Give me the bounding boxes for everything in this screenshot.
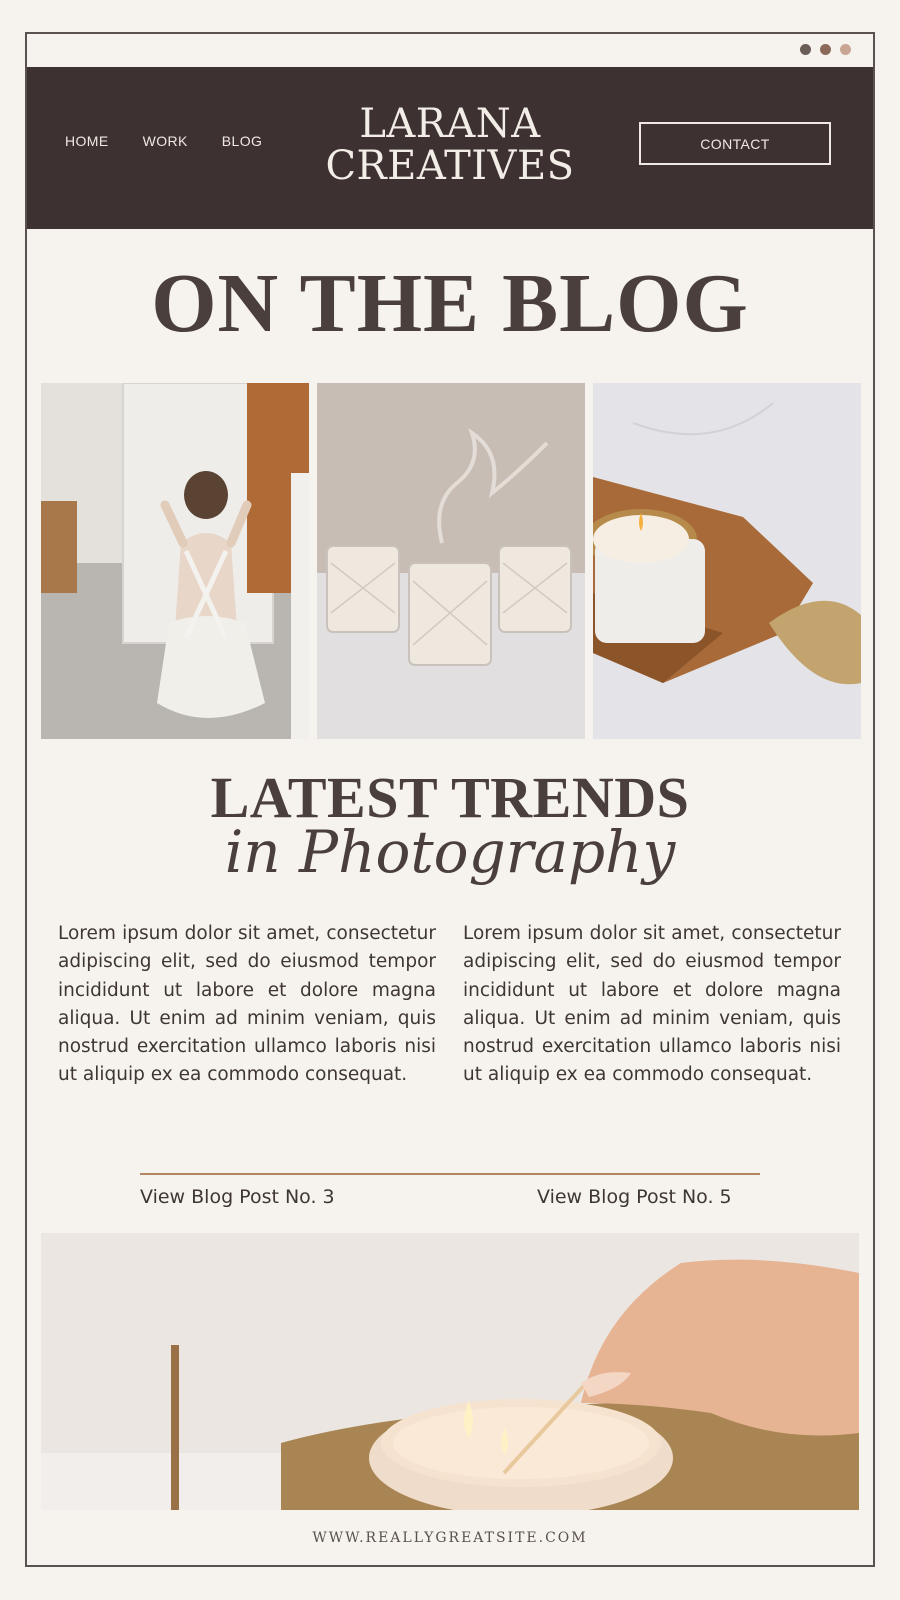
view-post-3-link[interactable]: View Blog Post No. 3 <box>140 1186 335 1208</box>
paragraph-left: Lorem ipsum dolor sit amet, consectetur … <box>58 923 436 1086</box>
divider-line <box>140 1173 760 1175</box>
photo-glass-candles <box>317 383 585 739</box>
window-dot-1[interactable] <box>800 44 811 55</box>
page-title: ON THE BLOG <box>151 257 749 350</box>
section-subtitle: in Photography <box>224 818 676 886</box>
photo-woman-mirror <box>41 383 309 739</box>
view-post-5-link[interactable]: View Blog Post No. 5 <box>537 1186 732 1208</box>
photo-candle-tray <box>593 383 861 739</box>
page-frame: HOME WORK BLOG LARANA CREATIVES CONTACT … <box>25 32 875 1567</box>
footer-url[interactable]: WWW.REALLYGREATSITE.COM <box>27 1530 873 1546</box>
window-dot-3[interactable] <box>840 44 851 55</box>
photo-lighting-candle <box>41 1233 859 1510</box>
contact-button[interactable]: CONTACT <box>639 122 831 165</box>
paragraph-right: Lorem ipsum dolor sit amet, consectetur … <box>463 923 841 1086</box>
window-controls <box>800 44 851 55</box>
window-dot-2[interactable] <box>820 44 831 55</box>
site-header: HOME WORK BLOG LARANA CREATIVES CONTACT <box>27 67 873 229</box>
